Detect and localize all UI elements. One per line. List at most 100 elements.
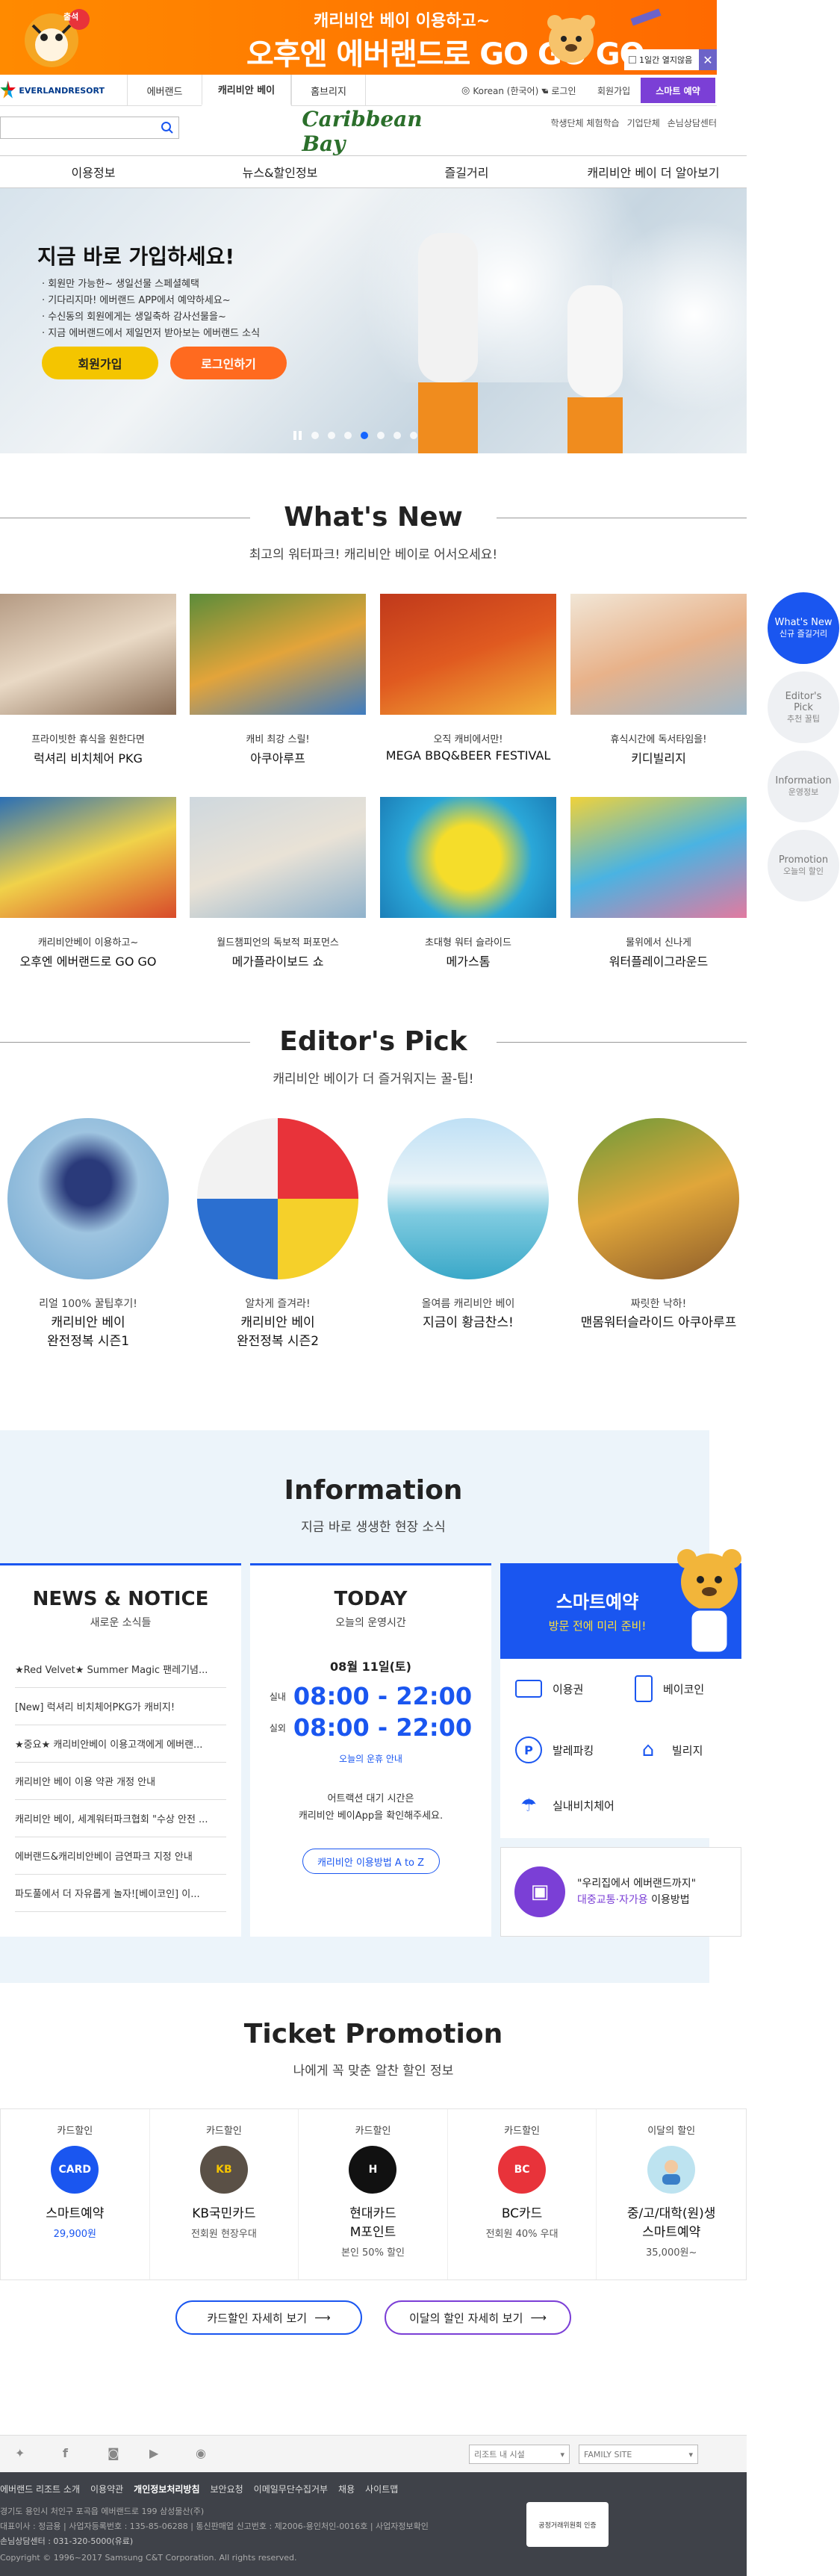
schedule-link[interactable]: 오늘의 운휴 안내: [250, 1752, 491, 1765]
signup-link[interactable]: 회원가입: [597, 75, 630, 106]
slider-dot-active[interactable]: [361, 432, 368, 439]
search-input[interactable]: [1, 117, 150, 138]
nav-news-discount[interactable]: 뉴스&할인정보: [187, 156, 373, 187]
ticket-item[interactable]: 카드할인 BC BC카드 전회원 40% 우대: [448, 2109, 597, 2279]
pick-card[interactable]: 올여름 캐리비안 베이 지금이 황금찬스!: [380, 1118, 556, 1332]
caribbean-bay-logo[interactable]: Caribbean Bay: [302, 107, 422, 156]
pick-title: 캐리비안 베이: [240, 1315, 315, 1330]
slider-dot[interactable]: [393, 432, 401, 439]
youtube-icon[interactable]: ▶: [149, 2446, 158, 2460]
notice-item[interactable]: ★중요★ 캐리비안베이 이용고객에게 에버랜...: [15, 1725, 226, 1763]
slider-dot[interactable]: [410, 432, 417, 439]
smart-item-village[interactable]: ⌂ 빌리지: [635, 1737, 703, 1763]
tab-caribbean-bay[interactable]: 캐리비안 베이: [202, 75, 291, 106]
footer-link[interactable]: 보안요청: [211, 2483, 243, 2495]
footer-business: 대표이사 : 정금용 | 사업자등록번호 : 135-85-06288 | 통신…: [0, 2521, 429, 2531]
login-link[interactable]: 🔒︎ 로그인: [544, 75, 576, 106]
smart-item-valet[interactable]: P 발레파킹: [515, 1737, 594, 1763]
footer-link[interactable]: 채용: [338, 2483, 355, 2495]
news-card[interactable]: 월드챔피언의 독보적 퍼포먼스 메가플라이보드 쇼: [190, 797, 366, 969]
bus-icon: ▣: [514, 1866, 565, 1917]
smart-subtitle: 방문 전에 미리 준비!: [548, 1619, 647, 1633]
news-card[interactable]: 초대형 워터 슬라이드 메가스톰: [380, 797, 556, 969]
tab-homebridge[interactable]: 홈브리지: [291, 75, 366, 106]
pick-subtitle: 짜릿한 낙하!: [630, 1298, 687, 1310]
blog-icon[interactable]: ◉: [196, 2446, 206, 2460]
news-card[interactable]: 프라이빗한 휴식을 원한다면 럭셔리 비치체어 PKG: [0, 594, 176, 766]
footer-link[interactable]: 사이트맵: [365, 2483, 398, 2495]
search-icon[interactable]: [161, 121, 174, 134]
water-spray-image: [612, 203, 747, 427]
quick-nav-whats-new[interactable]: What's New 신규 즐길거리: [768, 592, 839, 664]
pick-card[interactable]: 리얼 100% 꿀팁후기! 캐리비안 베이 완전정복 시즌1: [0, 1118, 176, 1351]
link-student[interactable]: 학생단체 체험학습: [550, 117, 619, 131]
footer-link[interactable]: 이메일무단수집거부: [254, 2483, 328, 2495]
tab-everland[interactable]: 에버랜드: [127, 75, 202, 106]
smart-item-baycoin[interactable]: 베이코인: [635, 1675, 704, 1702]
bc-logo-icon: BC: [498, 2146, 547, 2194]
slider-dot[interactable]: [344, 432, 352, 439]
hero-slider[interactable]: 지금 바로 가입하세요! 회원만 가능한~ 생일선물 스페셜혜택 기다리지마! …: [0, 188, 747, 453]
ticket-item[interactable]: 이달의 할인 중/고/대학(원)생 스마트예약 35,000원~: [597, 2109, 746, 2279]
no-show-checkbox[interactable]: [629, 56, 636, 63]
hero-bullet: 수신동의 회원에게는 생일축하 감사선물을~: [42, 309, 260, 326]
ticket-name: 현대카드: [349, 2206, 396, 2221]
twitter-icon[interactable]: ✦: [15, 2446, 25, 2460]
footer-link[interactable]: 이용약관: [90, 2483, 123, 2495]
login-button[interactable]: 로그인하기: [170, 347, 287, 379]
ticket-item[interactable]: 카드할인 H 현대카드 M포인트 본인 50% 할인: [299, 2109, 448, 2279]
smart-reserve-button[interactable]: 스마트 예약: [641, 78, 715, 103]
quick-nav-information[interactable]: Information 운영정보: [768, 751, 839, 822]
transport-link[interactable]: ▣ "우리집에서 에버랜드까지" 대중교통·자가용 이용방법: [500, 1847, 741, 1937]
footer-link[interactable]: 개인정보처리방침: [134, 2483, 199, 2495]
notice-item[interactable]: [New] 럭셔리 비치체어PKG가 캐비지!: [15, 1688, 226, 1725]
top-banner[interactable]: 출석 캐리비안 베이 이용하고~ 오후엔 에버랜드로 GO GO GO~ 1일간…: [0, 0, 717, 75]
no-show-today[interactable]: 1일간 열지않음: [624, 49, 699, 70]
link-customer-center[interactable]: 손님상담센터: [668, 117, 717, 131]
everland-resort-logo[interactable]: EVERLANDRESORT: [0, 75, 105, 106]
nav-usage-info[interactable]: 이용정보: [0, 156, 187, 187]
notice-item[interactable]: 파도풀에서 더 자유롭게 놀자![베이코인] 이...: [15, 1875, 226, 1912]
nav-attractions[interactable]: 즐길거리: [373, 156, 560, 187]
resort-facility-select[interactable]: 리조트 내 시설 ▾: [469, 2445, 570, 2464]
card-discount-button[interactable]: 카드할인 자세히 보기 ⟶: [175, 2300, 362, 2335]
monthly-discount-button[interactable]: 이달의 할인 자세히 보기 ⟶: [385, 2300, 571, 2335]
notice-item[interactable]: 캐리비안 베이, 세계워터파크협회 "수상 안전 ...: [15, 1800, 226, 1837]
ticket-item[interactable]: 카드할인 CARD 스마트예약 29,900원: [1, 2109, 150, 2279]
pick-card[interactable]: 알차게 즐겨라! 캐리비안 베이 완전정복 시즌2: [190, 1118, 366, 1351]
instagram-icon[interactable]: ◙: [108, 2446, 119, 2460]
pick-subtitle: 올여름 캐리비안 베이: [421, 1298, 515, 1310]
pick-card[interactable]: 짜릿한 낙하! 맨몸워터슬라이드 아쿠아루프: [570, 1118, 747, 1332]
nav-more-about[interactable]: 캐리비안 베이 더 알아보기: [560, 156, 747, 187]
language-selector[interactable]: ◎ Korean (한국어) ▾: [461, 75, 546, 106]
transport-line3: 이용방법: [651, 1894, 690, 1906]
quick-nav-promotion[interactable]: Promotion 오늘의 할인: [768, 830, 839, 901]
smart-item-chair[interactable]: ☂ 실내비치체어: [515, 1792, 615, 1819]
quick-nav-title: What's New: [774, 617, 833, 628]
news-card[interactable]: 오직 캐비에서만! MEGA BBQ&BEER FESTIVAL: [380, 594, 556, 763]
outdoor-hours: 08:00 - 22:00: [293, 1713, 473, 1742]
news-card[interactable]: 캐리비안베이 이용하고~ 오후엔 에버랜드로 GO GO: [0, 797, 176, 969]
quick-nav-editors-pick[interactable]: Editor's Pick 추천 꿀팁: [768, 671, 839, 743]
family-site-select[interactable]: FAMILY SITE ▾: [579, 2445, 698, 2464]
card-image: [570, 797, 747, 918]
notice-item[interactable]: ★Red Velvet★ Summer Magic 팬레기념...: [15, 1651, 226, 1688]
news-card[interactable]: 물위에서 신나게 워터플레이그라운드: [570, 797, 747, 969]
az-guide-button[interactable]: 캐리비안 이용방법 A to Z: [302, 1849, 440, 1874]
slider-dot[interactable]: [377, 432, 385, 439]
slider-dot[interactable]: [328, 432, 335, 439]
link-corporate[interactable]: 기업단체: [627, 117, 660, 131]
smart-item-ticket[interactable]: 이용권: [515, 1680, 583, 1698]
card-image: [190, 797, 366, 918]
footer-link[interactable]: 에버랜드 리조트 소개: [0, 2483, 80, 2495]
facebook-icon[interactable]: f: [63, 2446, 68, 2460]
news-card[interactable]: 캐비 최강 스릴! 아쿠아루프: [190, 594, 366, 766]
banner-close-button[interactable]: ✕: [699, 49, 717, 70]
notice-item[interactable]: 캐리비안 베이 이용 약관 개정 안내: [15, 1763, 226, 1800]
join-button[interactable]: 회원가입: [42, 347, 158, 379]
pause-icon[interactable]: [293, 431, 302, 440]
news-card[interactable]: 휴식시간에 독서타임을! 키디빌리지: [570, 594, 747, 766]
ticket-item[interactable]: 카드할인 KB KB국민카드 전회원 현장우대: [150, 2109, 299, 2279]
notice-item[interactable]: 에버랜드&캐리비안베이 금연파크 지정 안내: [15, 1837, 226, 1875]
slider-dot[interactable]: [311, 432, 319, 439]
